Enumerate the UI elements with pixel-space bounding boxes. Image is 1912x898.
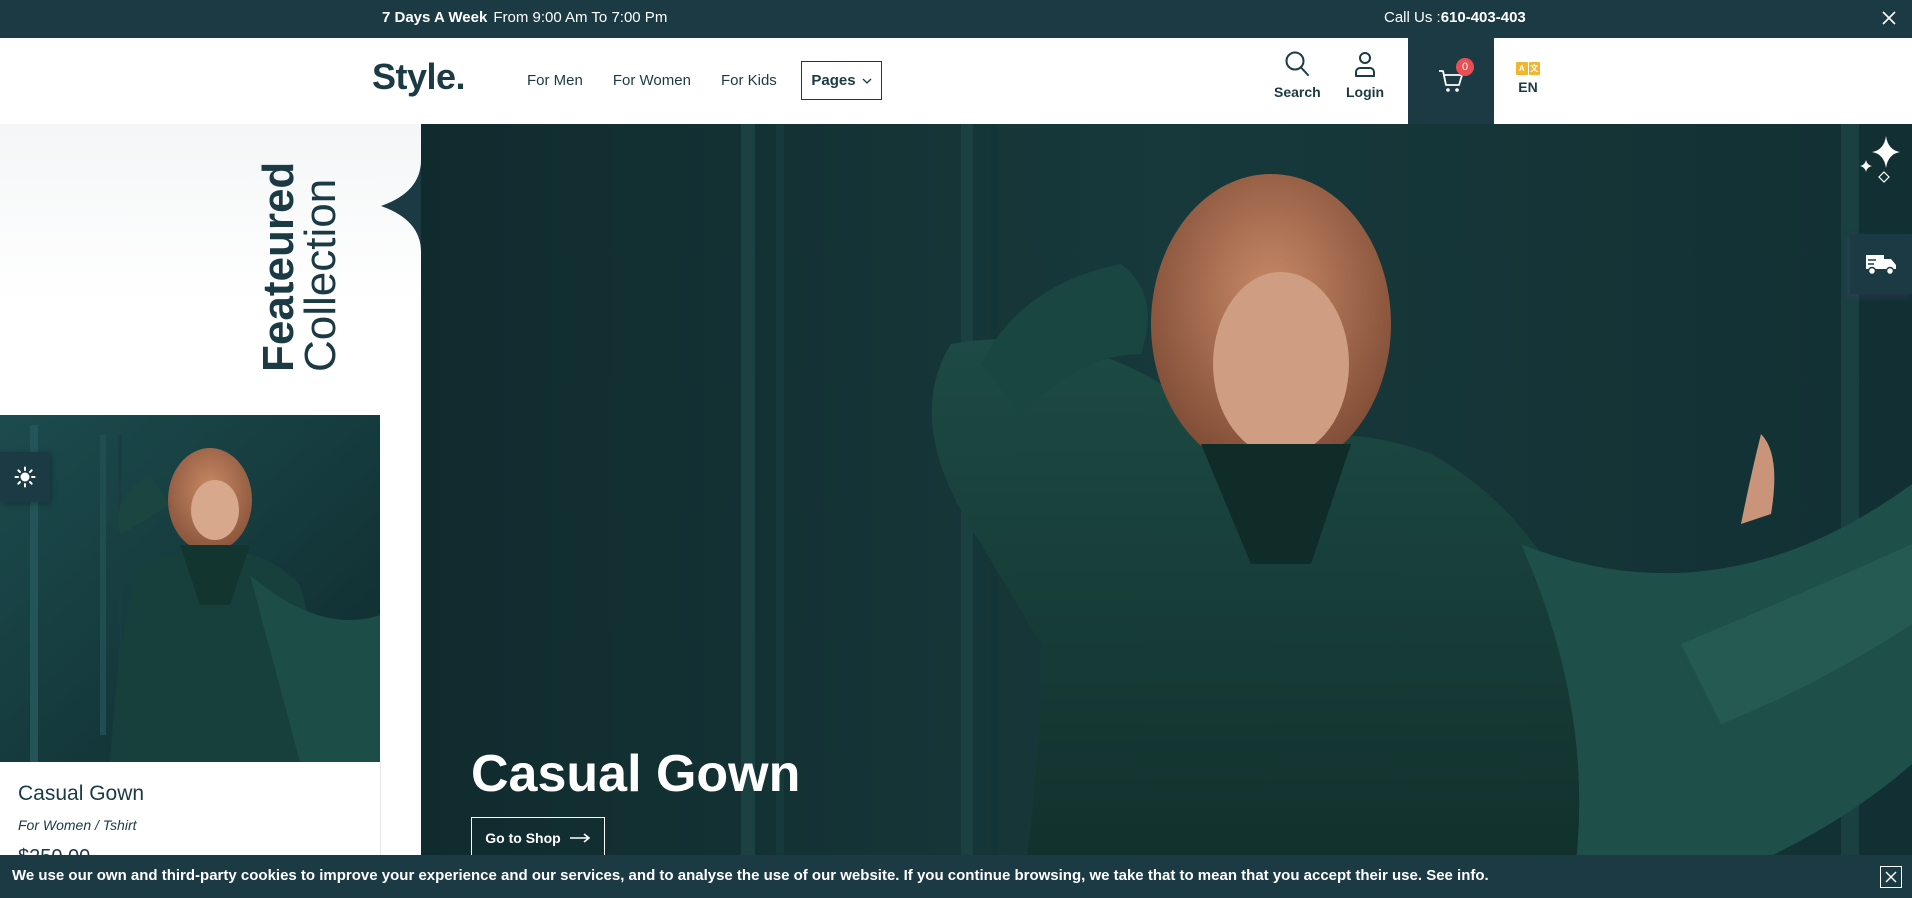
- main-nav: For Men For Women For Kids: [527, 72, 807, 89]
- close-icon: [1885, 871, 1897, 883]
- featured-title-bold: Feateured: [254, 161, 303, 372]
- search-button[interactable]: Search: [1274, 50, 1321, 100]
- opening-hours: 7 Days A Week From 9:00 Am To 7:00 Pm: [382, 9, 667, 26]
- top-bar: 7 Days A Week From 9:00 Am To 7:00 Pm Cal…: [0, 0, 1912, 38]
- product-card-image[interactable]: [0, 415, 380, 762]
- product-category: For Women / Tshirt: [18, 817, 137, 833]
- search-icon: [1285, 51, 1310, 76]
- opening-time: From 9:00 Am To 7:00 Pm: [493, 9, 668, 26]
- hero-title: Casual Gown: [471, 745, 801, 803]
- cookie-banner: We use our own and third-party cookies t…: [0, 855, 1912, 898]
- call-us: Call Us :610-403-403: [1384, 9, 1526, 26]
- pages-label: Pages: [811, 72, 856, 89]
- translate-icon: A文: [1516, 62, 1540, 75]
- sun-icon: [14, 466, 36, 488]
- delivery-button[interactable]: [1850, 234, 1912, 294]
- featured-collection-title: Feateured Collection: [254, 161, 345, 372]
- theme-toggle-button[interactable]: [0, 452, 50, 502]
- featured-title-light: Collection: [296, 178, 345, 372]
- panel-notch-decoration: [381, 160, 421, 252]
- language-label: EN: [1518, 79, 1538, 95]
- go-to-shop-button[interactable]: Go to Shop: [471, 817, 605, 859]
- go-to-shop-label: Go to Shop: [485, 830, 561, 846]
- main-header: Style. For Men For Women For Kids Pages …: [0, 38, 1912, 124]
- nav-for-women[interactable]: For Women: [613, 72, 691, 89]
- sparkle-button[interactable]: [1858, 134, 1904, 186]
- nav-for-men[interactable]: For Men: [527, 72, 583, 89]
- arrow-right-icon: [569, 833, 590, 843]
- cookie-text: We use our own and third-party cookies t…: [12, 867, 1489, 884]
- sparkle-icon: [1860, 136, 1900, 183]
- chevron-down-icon: [862, 78, 872, 84]
- pages-dropdown-button[interactable]: Pages: [801, 61, 882, 100]
- product-name[interactable]: Casual Gown: [18, 782, 144, 806]
- call-label: Call Us :: [1384, 9, 1441, 26]
- login-button[interactable]: Login: [1346, 50, 1384, 100]
- opening-days: 7 Days A Week: [382, 9, 488, 26]
- cart-count-badge: 0: [1456, 58, 1474, 76]
- truck-icon: [1866, 255, 1896, 276]
- cart-button[interactable]: 0: [1408, 38, 1494, 124]
- hero-banner: Casual Gown Go to Shop: [421, 124, 1912, 898]
- topbar-close-icon[interactable]: [1878, 7, 1900, 29]
- user-icon: [1355, 52, 1376, 77]
- cookie-close-button[interactable]: [1880, 866, 1902, 888]
- search-label: Search: [1274, 84, 1321, 100]
- login-label: Login: [1346, 84, 1385, 100]
- logo[interactable]: Style.: [372, 56, 466, 98]
- nav-for-kids[interactable]: For Kids: [721, 72, 777, 89]
- language-selector[interactable]: A文 EN: [1516, 62, 1540, 95]
- call-number[interactable]: 610-403-403: [1441, 9, 1526, 26]
